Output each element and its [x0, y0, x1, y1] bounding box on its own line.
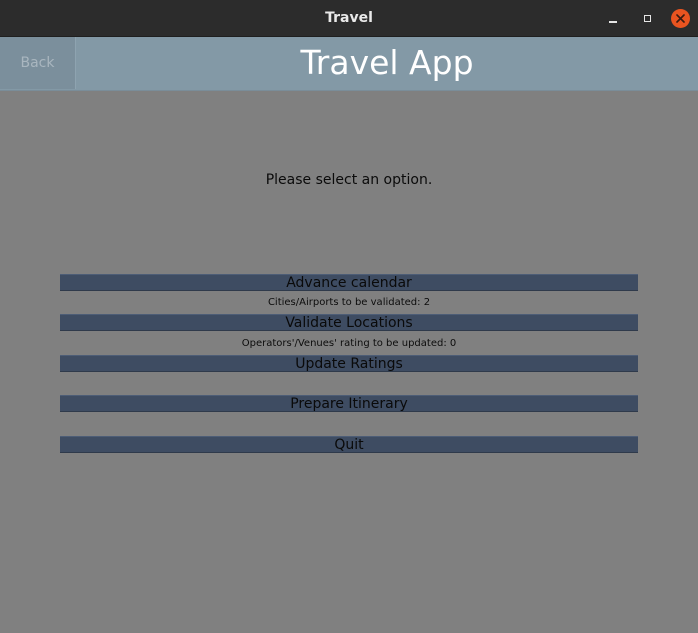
app-window: Travel Back Travel App Please select an … [0, 0, 698, 633]
close-button[interactable] [670, 8, 690, 28]
window-title: Travel [325, 10, 373, 26]
minimize-icon [609, 21, 617, 23]
app-title: Travel App [300, 43, 474, 82]
validate-locations-button[interactable]: Validate Locations [60, 314, 638, 331]
update-ratings-button[interactable]: Update Ratings [60, 355, 638, 372]
maximize-button[interactable] [637, 8, 657, 28]
minimize-button[interactable] [603, 8, 623, 28]
prompt-text: Please select an option. [265, 172, 433, 188]
close-icon [670, 8, 690, 28]
cities-validation-note: Cities/Airports to be validated: 2 [267, 297, 431, 308]
ratings-update-note: Operators'/Venues' rating to be updated:… [241, 338, 457, 349]
title-bar[interactable]: Travel [0, 0, 698, 37]
quit-button[interactable]: Quit [60, 436, 638, 453]
maximize-icon [643, 14, 651, 22]
back-button[interactable]: Back [0, 37, 76, 89]
app-header: Back Travel App [0, 37, 698, 91]
advance-calendar-button[interactable]: Advance calendar [60, 274, 638, 291]
prepare-itinerary-button[interactable]: Prepare Itinerary [60, 395, 638, 412]
